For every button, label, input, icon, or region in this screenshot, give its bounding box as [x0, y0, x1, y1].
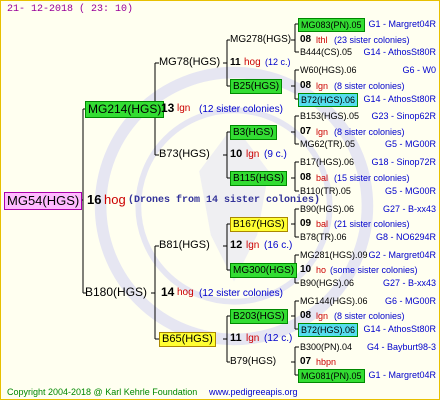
- sire-queen-number: 13: [161, 101, 175, 115]
- gen3-queen[interactable]: B3(HGS): [230, 125, 277, 140]
- gen2-queen-sister-note: (16 c.): [264, 240, 293, 251]
- gen2-queen-sister-note: (12 c.): [264, 333, 293, 344]
- timestamp: 21- 12-2018 ( 23: 10): [7, 4, 134, 15]
- gen4-queen[interactable]: MG083(PN).05: [298, 18, 365, 32]
- gen4-queen[interactable]: B72(HGS).06: [298, 93, 359, 107]
- root-queen-drone-note: (Drones from 14 sister colonies): [128, 195, 321, 206]
- gen4-ref[interactable]: G14 - AthosSt80R: [363, 46, 436, 58]
- gen4-ref[interactable]: G14 - AthosSt80R: [363, 93, 436, 105]
- gen2-queen-number: 11: [230, 332, 242, 344]
- pair-number: 09: [300, 218, 312, 229]
- gen4-queen[interactable]: B78(TR).06: [300, 231, 347, 243]
- gen4-ref[interactable]: G5 - MG00R: [385, 138, 436, 150]
- pair-number: 10: [300, 264, 312, 275]
- sire-queen-sister-note: (12 sister colonies): [199, 104, 283, 115]
- gen4-ref[interactable]: G14 - AthosSt80R: [363, 323, 436, 335]
- pair-sister-note: (15 sister colonies): [334, 173, 410, 183]
- gen4-queen[interactable]: B153(HGS).05: [300, 110, 359, 122]
- gen2-queen[interactable]: MG78(HGS): [159, 56, 220, 69]
- pair-number: 08: [300, 310, 312, 321]
- pair-genotype: ho: [316, 265, 327, 275]
- gen2-queen-genotype: lgn: [246, 240, 260, 251]
- copyright-notice: Copyright 2004-2018 @ Karl Kehrle Founda…: [7, 387, 198, 397]
- gen4-ref[interactable]: G6 - W0: [402, 64, 436, 76]
- gen3-queen[interactable]: MG278(HGS): [230, 33, 291, 46]
- pair-sister-note: (8 sister colonies): [334, 81, 405, 91]
- gen4-queen[interactable]: W60(HGS).06: [300, 64, 357, 76]
- gen4-queen[interactable]: B90(HGS).06: [300, 203, 354, 215]
- root-queen-number: 16: [87, 192, 102, 207]
- gen3-queen[interactable]: B25(HGS): [230, 79, 283, 94]
- gen2-queen-genotype: lgn: [246, 333, 260, 344]
- pair-genotype: lgn: [316, 127, 329, 137]
- dam-queen-number: 14: [161, 285, 175, 299]
- pair-genotype: lgn: [316, 311, 329, 321]
- pair-number: 08: [300, 34, 312, 45]
- gen3-queen[interactable]: B167(HGS): [230, 217, 288, 232]
- gen4-ref[interactable]: G4 - Bayburt98-3: [367, 341, 436, 353]
- gen2-queen-number: 10: [230, 148, 243, 160]
- gen4-queen[interactable]: B110(TR).05: [300, 185, 351, 197]
- gen3-queen[interactable]: MG300(HGS): [230, 263, 298, 278]
- gen2-queen[interactable]: B81(HGS): [159, 239, 210, 252]
- dam-queen-sister-note: (12 sister colonies): [199, 288, 283, 299]
- gen2-queen-number: 12: [230, 239, 243, 251]
- pair-number: 08: [300, 172, 312, 183]
- gen4-ref[interactable]: G5 - MG00R: [385, 185, 436, 197]
- pair-genotype: lthl: [316, 35, 328, 45]
- gen4-queen[interactable]: MG281(HGS).09: [300, 249, 368, 261]
- gen3-queen-number: 11: [230, 57, 241, 68]
- gen4-ref[interactable]: G27 - B-xx43: [383, 277, 436, 289]
- gen4-ref[interactable]: G23 - Sinop62R: [371, 110, 436, 122]
- gen4-queen[interactable]: B444(CS).05: [300, 46, 352, 58]
- gen3-queen[interactable]: B203(HGS): [230, 309, 288, 324]
- pair-sister-note: (8 sister colonies): [334, 311, 405, 321]
- root-queen[interactable]: MG54(HGS): [4, 192, 83, 210]
- root-queen-genotype: hog: [104, 192, 126, 207]
- pedigree-panel: 21- 12-2018 ( 23: 10) MG54(HGS) 16 hog (…: [0, 0, 440, 400]
- pair-number: 07: [300, 126, 312, 137]
- sire-queen[interactable]: MG214(HGS): [85, 101, 165, 118]
- pair-sister-note: (some sister colonies): [330, 265, 418, 275]
- gen4-queen[interactable]: B300(PN).04: [300, 341, 352, 353]
- gen4-queen[interactable]: MG081(PN).05: [298, 369, 365, 383]
- pair-genotype: hbpn: [316, 357, 337, 367]
- pair-sister-note: (23 sister colonies): [334, 35, 410, 45]
- gen4-queen[interactable]: MG144(HGS).06: [300, 295, 368, 307]
- dam-queen[interactable]: B180(HGS): [85, 285, 147, 300]
- gen4-queen[interactable]: B72(HGS).06: [298, 323, 359, 337]
- website-link[interactable]: www.pedigreeapis.org: [209, 386, 298, 398]
- gen4-ref[interactable]: G1 - Margret04R: [368, 18, 436, 30]
- pair-genotype: bal: [316, 173, 329, 183]
- gen3-queen[interactable]: B115(HGS): [230, 171, 287, 186]
- pair-sister-note: (21 sister colonies): [334, 219, 410, 229]
- gen4-queen[interactable]: B90(HGS).06: [300, 277, 354, 289]
- gen2-queen-sister-note: (9 c.): [264, 149, 287, 160]
- gen2-queen[interactable]: B73(HGS): [159, 148, 210, 161]
- sire-queen-genotype: lgn: [177, 103, 191, 114]
- pair-sister-note: (8 sister colonies): [334, 127, 405, 137]
- dam-queen-genotype: hog: [177, 287, 194, 298]
- gen4-ref[interactable]: G6 - MG00R: [385, 295, 436, 307]
- gen4-ref[interactable]: G18 - Sinop72R: [371, 156, 436, 168]
- gen3-queen[interactable]: B79(HGS): [230, 355, 276, 368]
- pair-number: 08: [300, 80, 312, 91]
- gen2-queen[interactable]: B65(HGS): [159, 332, 216, 347]
- gen4-ref[interactable]: G1 - Margret04R: [368, 369, 436, 381]
- gen4-ref[interactable]: G27 - B-xx43: [383, 203, 436, 215]
- pair-number: 07: [300, 356, 312, 367]
- gen4-queen[interactable]: MG62(TR).05: [300, 138, 355, 150]
- gen2-queen-genotype: lgn: [246, 149, 260, 160]
- pair-genotype: lgn: [316, 81, 329, 91]
- gen3-queen-genotype: hog: [244, 57, 261, 68]
- gen4-ref[interactable]: G2 - Margret04R: [368, 249, 436, 261]
- gen4-ref[interactable]: G8 - NO6294R: [376, 231, 436, 243]
- gen4-queen[interactable]: B17(HGS).06: [300, 156, 354, 168]
- pair-genotype: bal: [316, 219, 329, 229]
- gen3-queen-sister-note: (12 c.): [265, 57, 291, 67]
